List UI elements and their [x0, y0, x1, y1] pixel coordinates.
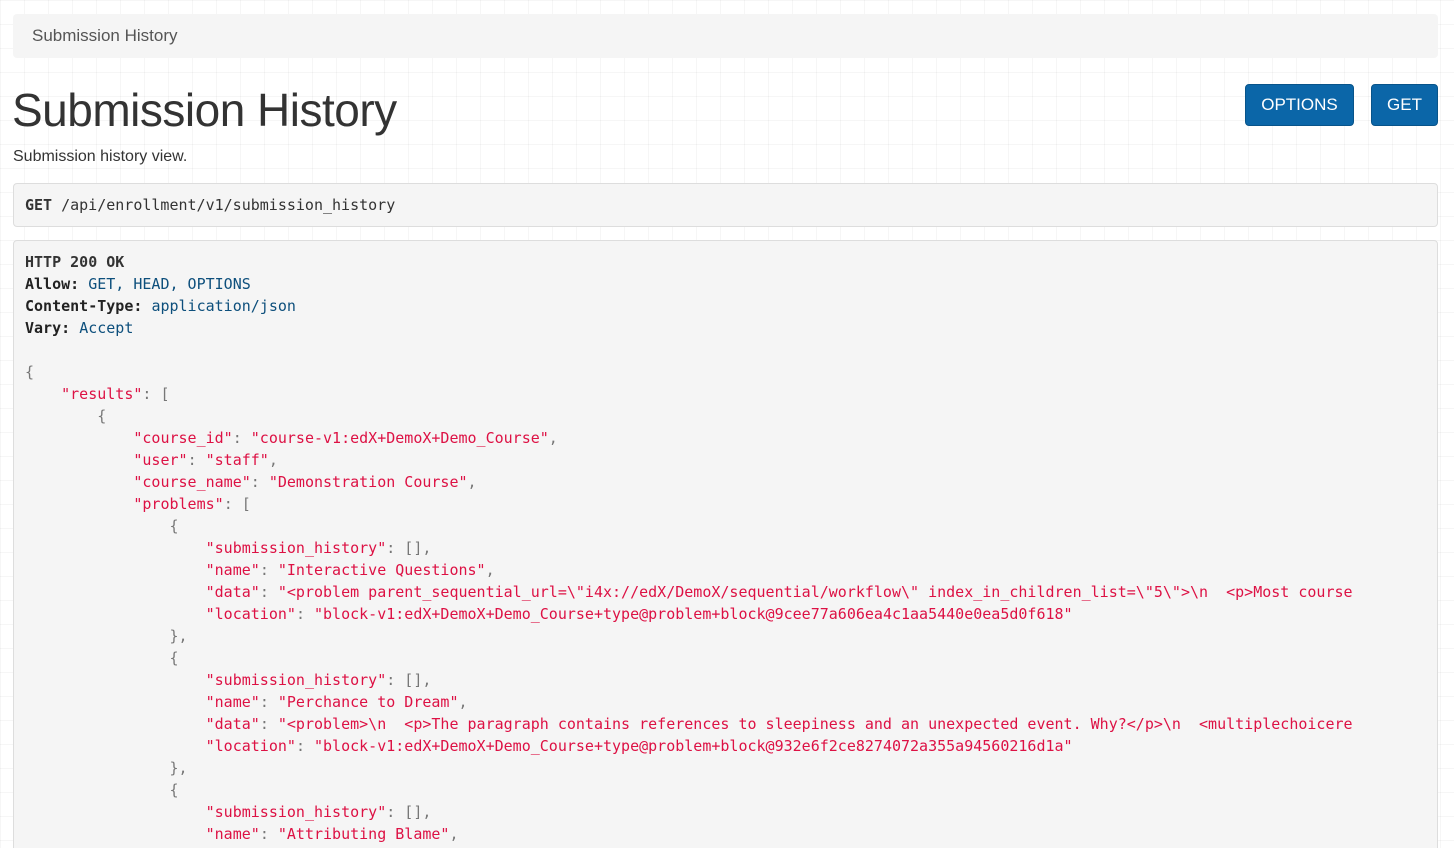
response-body: { "results": [ { "course_id": "course-v1…: [25, 361, 1437, 845]
request-path: /api/enrollment/v1/submission_history: [61, 196, 396, 214]
json-line: "name": "Interactive Questions",: [205, 561, 495, 579]
json-line: {: [25, 649, 179, 667]
json-line: "results": [: [61, 385, 170, 403]
json-line: "submission_history": [],: [205, 539, 432, 557]
json-line: "data": "<problem>\n <p>The paragraph co…: [205, 715, 1353, 733]
header-value: application/json: [151, 297, 296, 315]
header-value: GET, HEAD, OPTIONS: [88, 275, 251, 293]
page-description: Submission history view.: [13, 148, 188, 165]
json-line: "name": "Perchance to Dream",: [205, 693, 468, 711]
header-value: Accept: [79, 319, 134, 337]
json-line: "name": "Attributing Blame",: [205, 825, 459, 843]
request-method: GET: [25, 196, 53, 214]
json-line: "problems": [: [133, 495, 251, 513]
json-line: {: [25, 781, 179, 799]
json-line: "location": "block-v1:edX+DemoX+Demo_Cou…: [205, 605, 1073, 623]
response-header: Allow: GET, HEAD, OPTIONS: [25, 273, 1437, 295]
breadcrumb-item-submission-history[interactable]: Submission History: [32, 26, 178, 46]
breadcrumb: Submission History: [13, 14, 1438, 58]
json-line: "submission_history": [],: [205, 671, 432, 689]
json-line: "course_name": "Demonstration Course",: [133, 473, 477, 491]
page-title: Submission History: [12, 84, 397, 136]
json-line: "course_id": "course-v1:edX+DemoX+Demo_C…: [133, 429, 558, 447]
response-header: Content-Type: application/json: [25, 295, 1437, 317]
json-line: "data": "<problem parent_sequential_url=…: [205, 583, 1353, 601]
json-line: "location": "block-v1:edX+DemoX+Demo_Cou…: [205, 737, 1073, 755]
json-line: },: [25, 759, 188, 777]
json-line: {: [25, 363, 35, 381]
request-info: GET /api/enrollment/v1/submission_histor…: [13, 183, 1438, 227]
json-line: {: [25, 517, 179, 535]
get-button[interactable]: GET: [1371, 84, 1438, 126]
json-line: },: [25, 627, 188, 645]
header-name: Allow:: [25, 275, 80, 293]
response-info: HTTP 200 OK Allow: GET, HEAD, OPTIONS Co…: [13, 240, 1438, 848]
options-button[interactable]: OPTIONS: [1245, 84, 1354, 126]
json-line: "user": "staff",: [133, 451, 278, 469]
header-name: Vary:: [25, 319, 71, 337]
status-text: HTTP 200 OK: [25, 253, 125, 271]
json-line: {: [25, 407, 107, 425]
response-header: Vary: Accept: [25, 317, 1437, 339]
response-status: HTTP 200 OK: [25, 251, 1437, 273]
json-line: "submission_history": [],: [205, 803, 432, 821]
header-name: Content-Type:: [25, 297, 143, 315]
